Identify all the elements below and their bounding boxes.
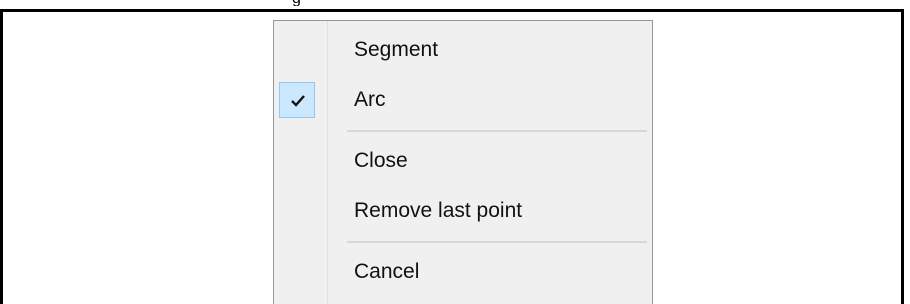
menu-item-label: Remove last point	[354, 199, 523, 222]
menu-separator	[347, 241, 647, 243]
context-menu: Segment Arc Close Remove last point Canc…	[273, 20, 653, 304]
menu-item-arc[interactable]: Arc	[274, 80, 652, 120]
clipped-text-fragment: g	[292, 0, 304, 6]
checked-indicator	[279, 82, 315, 118]
menu-separator	[347, 130, 647, 132]
menu-item-label: Segment	[354, 38, 439, 61]
menu-item-close[interactable]: Close	[274, 141, 652, 181]
menu-item-label: Cancel	[354, 260, 420, 283]
menu-item-remove-last-point[interactable]: Remove last point	[274, 191, 652, 231]
menu-item-segment[interactable]: Segment	[274, 30, 652, 70]
menu-item-label: Arc	[354, 88, 386, 111]
menu-item-label: Close	[354, 149, 408, 172]
checkmark-icon	[291, 95, 305, 107]
menu-item-cancel[interactable]: Cancel	[274, 252, 652, 292]
